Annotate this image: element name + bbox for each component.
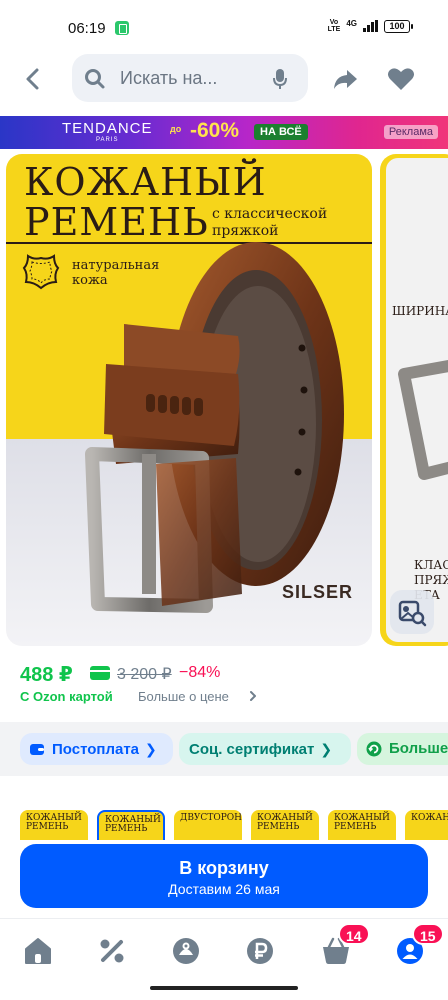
cart-button-delivery: Доставим 26 мая [168, 881, 280, 897]
nav-finance[interactable] [244, 935, 276, 967]
gallery-slide[interactable]: ШИРИНА КЛАС ПРЯЖ ЕТА [380, 154, 448, 646]
thumbnail-text: КОЖАНЫЙ РЕМЕНЬ [105, 815, 161, 834]
cart-button-title: В корзину [179, 858, 269, 878]
thumbnail-text: ДВУСТОРОННИ [180, 813, 242, 823]
thumbnail-text: КОЖАНЫЙ РЕМЕНЬ [257, 813, 313, 832]
home-icon [25, 938, 51, 964]
cart-badge: 14 [338, 923, 370, 945]
slide-brand: SILSER [282, 582, 354, 602]
wallet-icon [30, 744, 44, 755]
thumbnail-text: КОЖАНЫЙ [411, 813, 448, 823]
top-bar: Искать на... [0, 52, 448, 104]
discount-percent: −84% [179, 664, 221, 681]
search-input[interactable]: Искать на... [120, 68, 217, 89]
thumbnail[interactable]: КОЖАНЫЙ РЕМЕНЬ [251, 810, 319, 840]
slide-text: ШИРИНА [392, 304, 448, 318]
chevron-right-icon: ❯ [320, 741, 333, 757]
network-type: 4G [346, 19, 357, 28]
thumbnail-strip: КОЖАНЫЙРЕМЕНЬ КОЖАНЫЙРЕМЕНЬ ДВУСТОРОННИ … [0, 790, 448, 840]
thumbnail[interactable]: КОЖАНЫЙ [405, 810, 448, 840]
ad-discount: -60% [190, 119, 240, 142]
ad-banner[interactable]: TENDANCE PARIS до -60% НА ВСЁ Реклама [0, 116, 448, 149]
ad-brand: TENDANCE [62, 120, 153, 137]
nav-fresh[interactable] [170, 935, 202, 967]
buckle-illustration [398, 360, 448, 480]
chip-label: Больше [389, 740, 448, 757]
signal-icon [363, 20, 378, 32]
volte-icon: Vo LTE [327, 19, 341, 33]
chevron-right-icon[interactable] [248, 690, 258, 702]
thumbnail[interactable]: КОЖАНЫЙ РЕМЕНЬ [328, 810, 396, 840]
chevron-right-icon: ❯ [145, 741, 157, 757]
ozon-card-label: С Ozon картой [20, 689, 113, 704]
app-notification-icon [115, 21, 129, 35]
status-time: 06:19 [68, 20, 106, 37]
product-gallery[interactable]: КОЖАНЫЙ РЕМЕНЬ с классической пряжкой на… [0, 154, 448, 646]
chevron-left-icon [26, 68, 39, 90]
share-button[interactable] [330, 64, 360, 94]
refresh-icon [366, 741, 382, 757]
ruble-icon [247, 938, 273, 964]
battery-icon: 100 [384, 19, 413, 33]
favorite-button[interactable] [386, 64, 416, 94]
ozon-card-icon [90, 666, 110, 680]
chip-more[interactable]: Больше [357, 733, 448, 765]
chip-label: Соц. сертификат [189, 741, 315, 758]
status-indicators: Vo LTE 4G 100 [327, 19, 413, 33]
thumbnail[interactable]: ДВУСТОРОННИ [174, 810, 242, 840]
search-icon [85, 69, 105, 89]
ad-tag: НА ВСЁ [254, 124, 308, 140]
chip-postpay[interactable]: Постоплата ❯ [20, 733, 173, 765]
thumbnail-text: КОЖАНЫЙ РЕМЕНЬ [26, 813, 82, 832]
thumbnail[interactable]: КОЖАНЫЙ РЕМЕНЬ [20, 810, 88, 840]
image-search-icon [398, 600, 427, 627]
ad-prefix: до [170, 124, 182, 134]
chip-label: Постоплата [52, 741, 140, 758]
nav-cart[interactable]: 14 [320, 923, 370, 967]
home-indicator[interactable] [150, 986, 298, 990]
thumbnail-text: КОЖАНЫЙ РЕМЕНЬ [334, 813, 390, 832]
bag-icon [173, 938, 199, 964]
old-price: 3 200 ₽ [117, 666, 172, 683]
share-icon [334, 70, 357, 89]
feature-chips: Постоплата ❯ Соц. сертификат ❯ Больше [0, 722, 448, 776]
current-price: 488 ₽ [20, 664, 73, 686]
chip-social-certificate[interactable]: Соц. сертификат ❯ [179, 733, 351, 765]
ad-label[interactable]: Реклама [383, 125, 438, 139]
heart-icon [388, 68, 414, 90]
image-search-button[interactable] [390, 590, 434, 634]
profile-badge: 15 [412, 923, 444, 945]
slide-title-line1: КОЖАНЫЙ [24, 160, 267, 204]
gallery-slide[interactable]: КОЖАНЫЙ РЕМЕНЬ с классической пряжкой на… [6, 154, 372, 646]
percent-icon [100, 939, 124, 963]
microphone-icon[interactable] [272, 68, 288, 90]
ad-brand-sub: PARIS [96, 137, 119, 143]
back-button[interactable] [18, 64, 48, 94]
more-price-link[interactable]: Больше о цене [138, 689, 229, 704]
nav-home[interactable] [22, 935, 54, 967]
thumbnail-selected[interactable]: КОЖАНЫЙ РЕМЕНЬ [97, 810, 165, 840]
nav-sale[interactable] [96, 935, 128, 967]
add-to-cart-button[interactable]: В корзину Доставим 26 мая [20, 844, 428, 908]
search-bar[interactable]: Искать на... [72, 54, 308, 102]
nav-profile[interactable]: 15 [394, 923, 444, 967]
belt-illustration [85, 242, 344, 613]
status-bar: 06:19 Vo LTE 4G 100 [0, 0, 448, 56]
